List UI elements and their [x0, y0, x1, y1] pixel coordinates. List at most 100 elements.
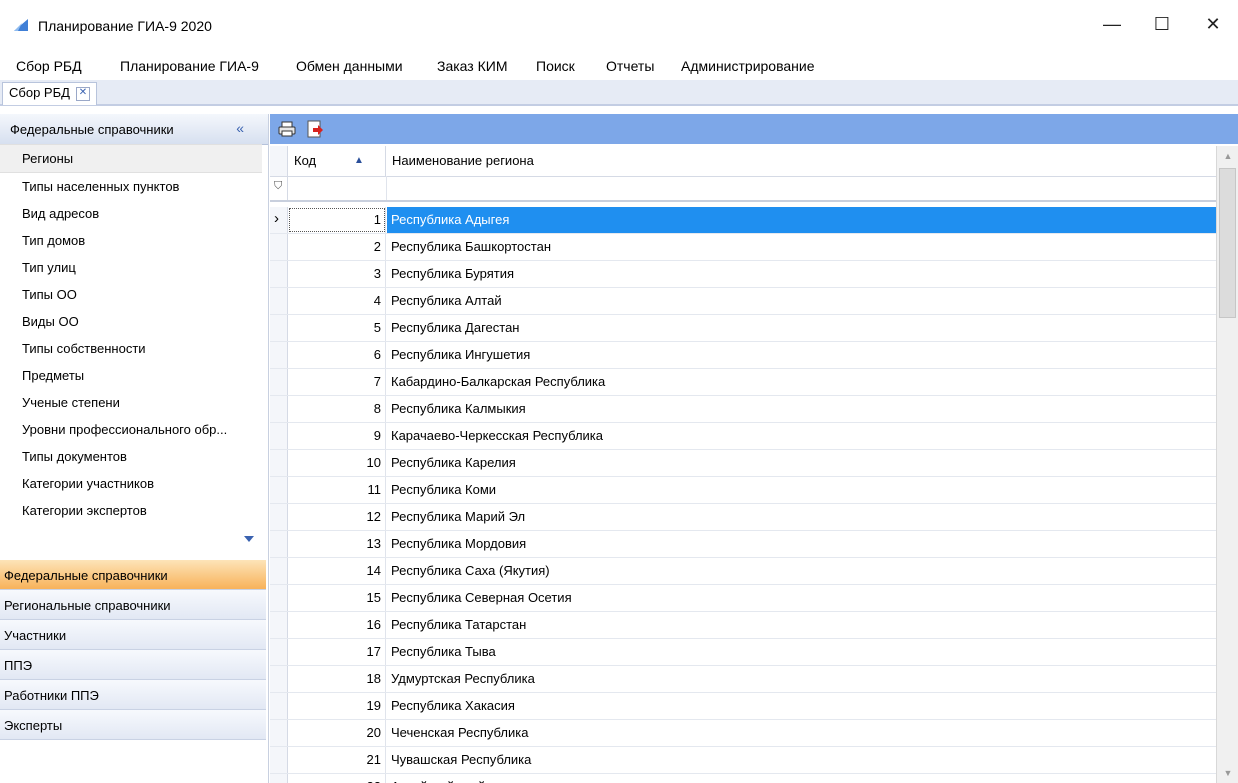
table-row[interactable]: 21 Чувашская Республика: [270, 747, 1216, 774]
sidebar-item-settlement-types[interactable]: Типы населенных пунктов: [0, 173, 262, 200]
menu-planning[interactable]: Планирование ГИА-9: [120, 58, 259, 74]
cell-name[interactable]: Республика Карелия: [387, 450, 1216, 476]
group-federal-directories[interactable]: Федеральные справочники: [0, 560, 266, 590]
cell-code[interactable]: 14: [288, 558, 386, 584]
cell-name[interactable]: Республика Адыгея: [387, 207, 1216, 233]
cell-code[interactable]: 6: [288, 342, 386, 368]
table-row[interactable]: 22Алтайский край: [270, 774, 1216, 783]
cell-name[interactable]: Чувашская Республика: [387, 747, 1216, 773]
sidebar-item-expert-categories[interactable]: Категории экспертов: [0, 497, 262, 524]
export-icon[interactable]: [306, 120, 324, 138]
column-header-name[interactable]: Наименование региона: [387, 146, 1216, 176]
group-ppe[interactable]: ППЭ: [0, 650, 266, 680]
table-row[interactable]: › 1 Республика Адыгея: [270, 207, 1216, 234]
sidebar-item-street-types[interactable]: Тип улиц: [0, 254, 262, 281]
table-row[interactable]: 2 Республика Башкортостан: [270, 234, 1216, 261]
column-header-code[interactable]: Код ▲: [288, 146, 386, 176]
cell-name[interactable]: Республика Татарстан: [387, 612, 1216, 638]
minimize-button[interactable]: —: [1097, 12, 1127, 36]
sidebar-item-subjects[interactable]: Предметы: [0, 362, 262, 389]
table-row[interactable]: 10 Республика Карелия: [270, 450, 1216, 477]
table-row[interactable]: 12 Республика Марий Эл: [270, 504, 1216, 531]
cell-name[interactable]: Республика Калмыкия: [387, 396, 1216, 422]
sidebar-item-regions[interactable]: Регионы: [0, 144, 262, 173]
table-row[interactable]: 18 Удмуртская Республика: [270, 666, 1216, 693]
cell-code[interactable]: 11: [288, 477, 386, 503]
cell-name[interactable]: Карачаево-Черкесская Республика: [387, 423, 1216, 449]
table-row[interactable]: 14 Республика Саха (Якутия): [270, 558, 1216, 585]
menu-sbor-rbd[interactable]: Сбор РБД: [16, 58, 82, 74]
menu-kim-order[interactable]: Заказ КИМ: [437, 58, 508, 74]
cell-code[interactable]: 17: [288, 639, 386, 665]
cell-name[interactable]: Республика Башкортостан: [387, 234, 1216, 260]
sidebar-item-oo-types[interactable]: Типы ОО: [0, 281, 262, 308]
maximize-button[interactable]: ☐: [1147, 12, 1177, 36]
cell-name[interactable]: Республика Ингушетия: [387, 342, 1216, 368]
menu-search[interactable]: Поиск: [536, 58, 575, 74]
cell-name[interactable]: Республика Марий Эл: [387, 504, 1216, 530]
filter-icon[interactable]: ⛉: [274, 180, 282, 193]
table-row[interactable]: 3 Республика Бурятия: [270, 261, 1216, 288]
cell-name[interactable]: Республика Алтай: [387, 288, 1216, 314]
cell-name[interactable]: Республика Саха (Якутия): [387, 558, 1216, 584]
table-row[interactable]: 13 Республика Мордовия: [270, 531, 1216, 558]
scrollbar-thumb[interactable]: [1219, 168, 1236, 318]
sidebar-item-document-types[interactable]: Типы документов: [0, 443, 262, 470]
sidebar-item-address-types[interactable]: Вид адресов: [0, 200, 262, 227]
menu-data-exchange[interactable]: Обмен данными: [296, 58, 403, 74]
collapse-icon[interactable]: «: [236, 120, 244, 136]
sidebar-item-oo-kinds[interactable]: Виды ОО: [0, 308, 262, 335]
cell-code[interactable]: 22: [288, 774, 386, 783]
cell-code[interactable]: 16: [288, 612, 386, 638]
cell-name[interactable]: Республика Мордовия: [387, 531, 1216, 557]
cell-name[interactable]: Чеченская Республика: [387, 720, 1216, 746]
cell-code[interactable]: 15: [288, 585, 386, 611]
table-row[interactable]: 11 Республика Коми: [270, 477, 1216, 504]
tab-sbor-rbd[interactable]: Сбор РБД ✕: [2, 82, 97, 105]
cell-name[interactable]: Республика Северная Осетия: [387, 585, 1216, 611]
cell-code[interactable]: 7: [288, 369, 386, 395]
table-row[interactable]: 15 Республика Северная Осетия: [270, 585, 1216, 612]
cell-code[interactable]: 21: [288, 747, 386, 773]
print-icon[interactable]: [278, 120, 296, 138]
scroll-up-icon[interactable]: ▲: [1217, 146, 1238, 166]
table-row[interactable]: 5 Республика Дагестан: [270, 315, 1216, 342]
menu-administration[interactable]: Администрирование: [681, 58, 815, 74]
cell-name[interactable]: Республика Дагестан: [387, 315, 1216, 341]
cell-code[interactable]: 10: [288, 450, 386, 476]
scroll-down-icon[interactable]: ▼: [1217, 763, 1238, 783]
cell-code[interactable]: 12: [288, 504, 386, 530]
cell-code[interactable]: 13: [288, 531, 386, 557]
group-regional-directories[interactable]: Региональные справочники: [0, 590, 266, 620]
table-row[interactable]: 19 Республика Хакасия: [270, 693, 1216, 720]
filter-row[interactable]: ⛉: [270, 176, 1216, 202]
cell-name[interactable]: Республика Тыва: [387, 639, 1216, 665]
cell-code[interactable]: 19: [288, 693, 386, 719]
tab-close-icon[interactable]: ✕: [75, 86, 90, 101]
table-row[interactable]: 4 Республика Алтай: [270, 288, 1216, 315]
table-row[interactable]: 7 Кабардино-Балкарская Республика: [270, 369, 1216, 396]
cell-code[interactable]: 3: [288, 261, 386, 287]
cell-name[interactable]: Республика Хакасия: [387, 693, 1216, 719]
cell-name[interactable]: Республика Коми: [387, 477, 1216, 503]
group-experts[interactable]: Эксперты: [0, 710, 266, 740]
cell-code[interactable]: 20: [288, 720, 386, 746]
sidebar-item-participant-categories[interactable]: Категории участников: [0, 470, 262, 497]
table-row[interactable]: 20 Чеченская Республика: [270, 720, 1216, 747]
group-ppe-workers[interactable]: Работники ППЭ: [0, 680, 266, 710]
grid-vertical-scrollbar[interactable]: ▲ ▼: [1216, 146, 1238, 783]
close-button[interactable]: ✕: [1198, 12, 1228, 36]
table-row[interactable]: 6 Республика Ингушетия: [270, 342, 1216, 369]
cell-name[interactable]: Республика Бурятия: [387, 261, 1216, 287]
scroll-down-icon[interactable]: [244, 536, 254, 542]
cell-name[interactable]: Удмуртская Республика: [387, 666, 1216, 692]
menu-reports[interactable]: Отчеты: [606, 58, 654, 74]
sidebar-item-house-types[interactable]: Тип домов: [0, 227, 262, 254]
cell-code[interactable]: 8: [288, 396, 386, 422]
cell-code[interactable]: 18: [288, 666, 386, 692]
table-row[interactable]: 16 Республика Татарстан: [270, 612, 1216, 639]
sidebar-item-education-levels[interactable]: Уровни профессионального обр...: [0, 416, 262, 443]
cell-name[interactable]: Алтайский край: [387, 774, 1216, 783]
table-row[interactable]: 9 Карачаево-Черкесская Республика: [270, 423, 1216, 450]
cell-name[interactable]: Кабардино-Балкарская Республика: [387, 369, 1216, 395]
